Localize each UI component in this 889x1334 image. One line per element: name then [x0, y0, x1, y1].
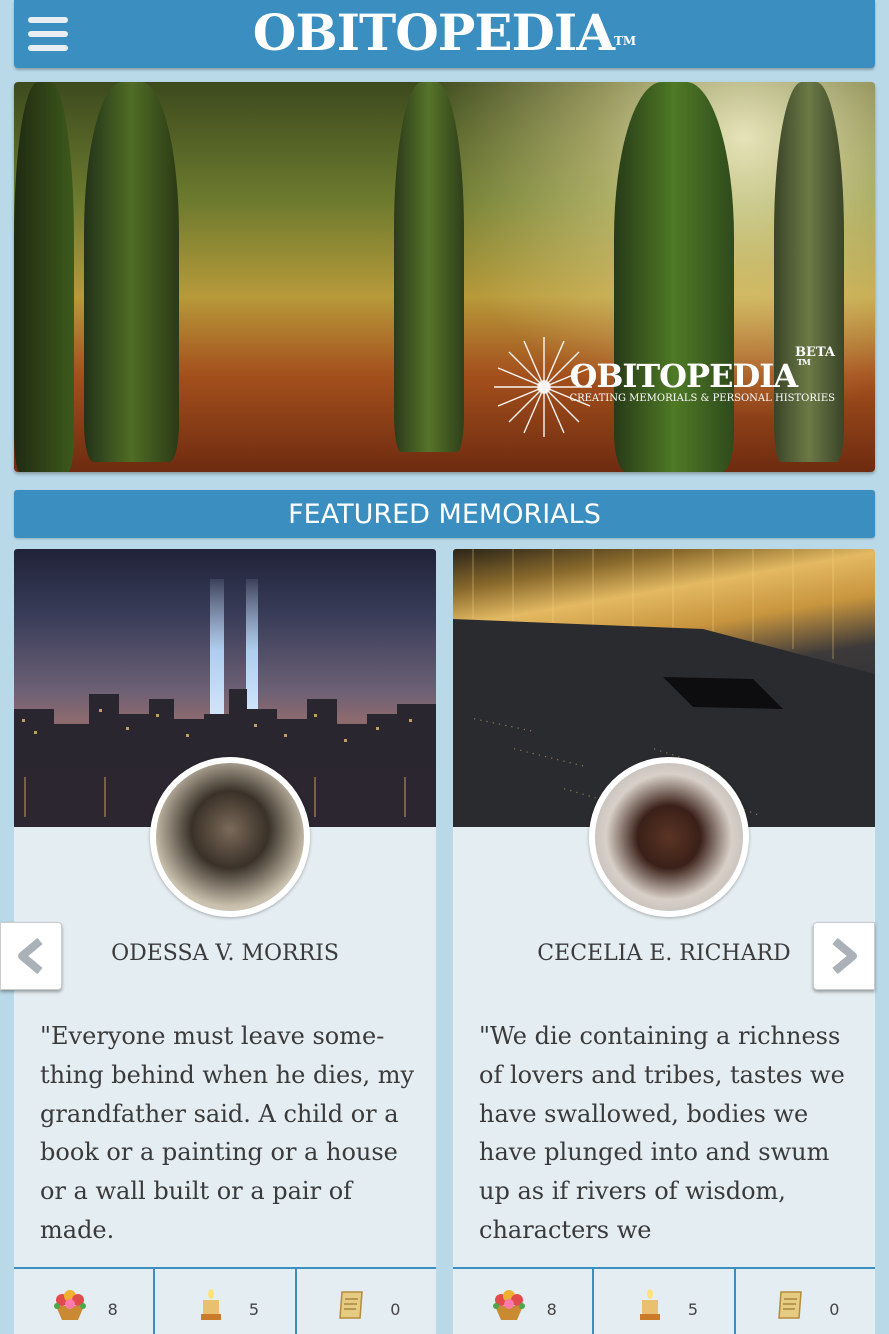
avatar[interactable] [150, 757, 310, 917]
featured-memorials-heading: FEATURED MEMORIALS [14, 490, 875, 538]
hero-brand: BETA OBITOPEDIATM CREATING MEMORIALS & P… [569, 337, 835, 404]
trademark-mark: TM [614, 34, 637, 48]
scroll-icon [339, 1290, 364, 1319]
scroll-icon [778, 1290, 803, 1319]
scrolls-stat[interactable]: 0 [736, 1269, 875, 1334]
flower-bouquet-icon [492, 1289, 525, 1320]
site-logo[interactable]: OBITOPEDIATM [14, 4, 875, 62]
memorial-quote: "We die containing a richness of lovers … [479, 1022, 845, 1244]
avatar[interactable] [589, 757, 749, 917]
memorial-card[interactable]: . . . . . . . . . . . . . . . . . . . . … [453, 549, 875, 1334]
memorial-name[interactable]: ODESSA V. MORRIS [14, 941, 436, 966]
memorial-name[interactable]: CECELIA E. RICHARD [453, 941, 875, 966]
carousel-next-button[interactable] [813, 922, 875, 990]
hero-brand-name: OBITOPEDIATM [569, 357, 810, 395]
chevron-right-icon [832, 937, 857, 975]
memorial-stats: 8 5 0 [14, 1267, 436, 1334]
site-logo-text: OBITOPEDIA [252, 3, 615, 62]
carousel-prev-button[interactable] [0, 922, 62, 990]
hero-tagline: CREATING MEMORIALS & PERSONAL HISTORIES [569, 393, 835, 404]
flowers-count: 8 [546, 1300, 557, 1319]
flowers-stat[interactable]: 8 [453, 1269, 595, 1334]
candles-stat[interactable]: 5 [594, 1269, 736, 1334]
candle-icon [200, 1288, 221, 1320]
flowers-stat[interactable]: 8 [14, 1269, 156, 1334]
candle-icon [639, 1288, 660, 1320]
memorial-card[interactable]: ODESSA V. MORRIS "Everyone must leave so… [14, 549, 436, 1334]
candles-count: 5 [687, 1300, 699, 1319]
chevron-left-icon [18, 937, 43, 975]
scrolls-stat[interactable]: 0 [297, 1269, 436, 1334]
candles-stat[interactable]: 5 [155, 1269, 297, 1334]
flowers-count: 8 [107, 1300, 118, 1319]
top-bar: OBITOPEDIATM [14, 0, 875, 68]
beta-badge: BETA [795, 345, 835, 360]
memorial-quote: "Everyone must leave some-thing behind w… [40, 1022, 415, 1244]
scrolls-count: 0 [390, 1300, 401, 1319]
memorial-stats: 8 5 0 [453, 1267, 875, 1334]
candles-count: 5 [248, 1300, 260, 1319]
hero-banner: BETA OBITOPEDIATM CREATING MEMORIALS & P… [14, 82, 875, 472]
scrolls-count: 0 [829, 1300, 840, 1319]
flower-bouquet-icon [53, 1289, 86, 1320]
